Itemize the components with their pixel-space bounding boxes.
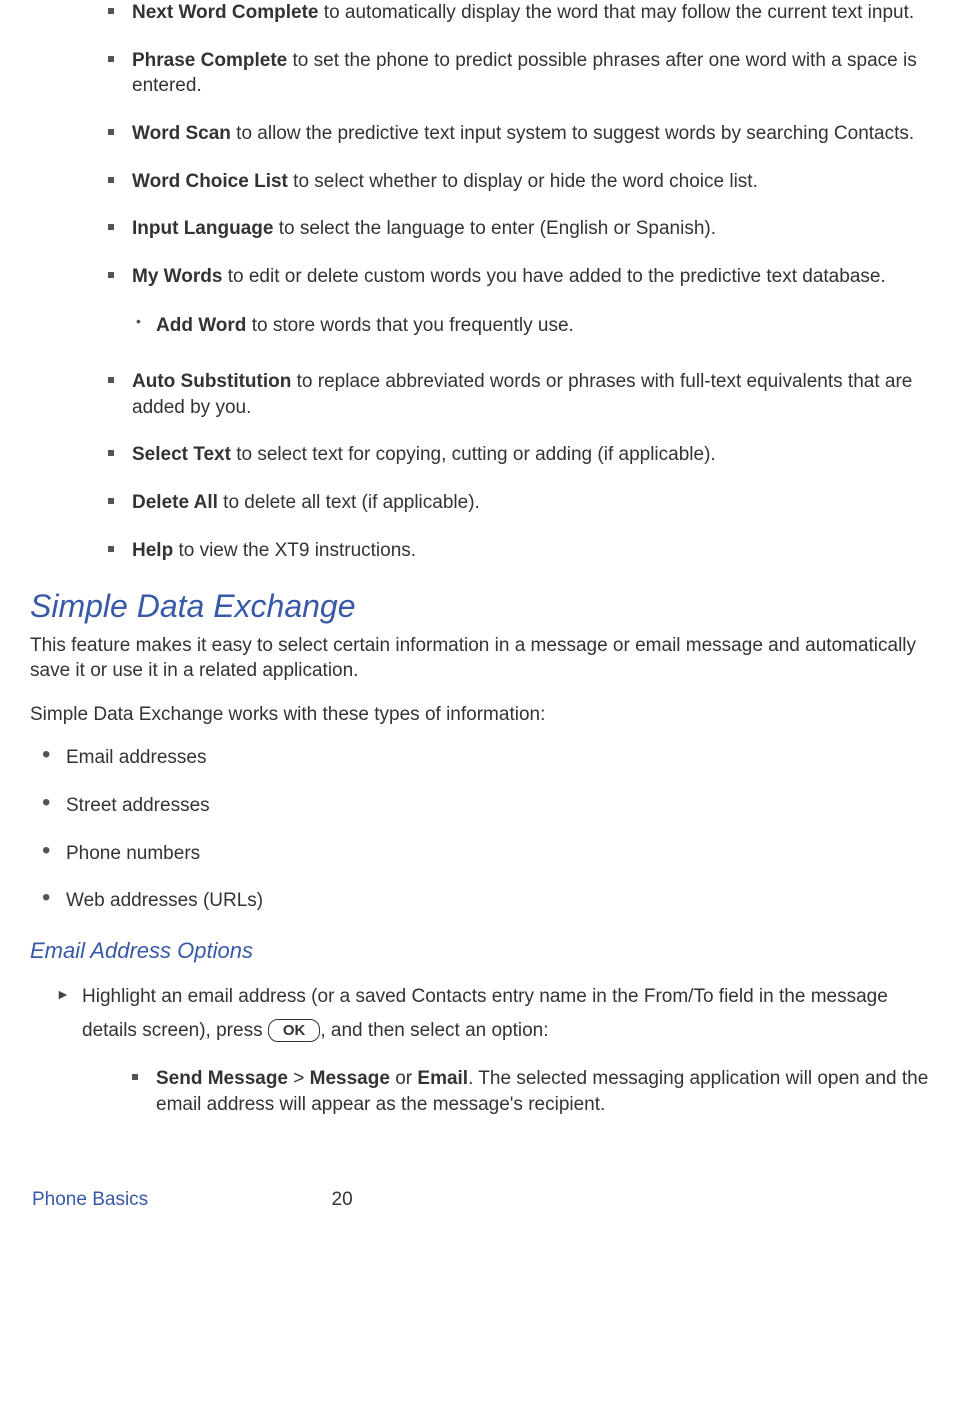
list-item: Input Language to select the language to… [108, 216, 938, 242]
steps-list: Highlight an email address (or a saved C… [30, 980, 938, 1118]
term: Input Language [132, 218, 273, 239]
desc: to store words that you frequently use. [246, 315, 573, 336]
list-item: Next Word Complete to automatically disp… [108, 0, 938, 26]
info-type-item: Street addresses [34, 793, 938, 819]
section-heading: Simple Data Exchange [30, 585, 938, 628]
desc: to view the XT9 instructions. [173, 540, 416, 561]
footer-page-number: 20 [332, 1187, 353, 1213]
info-type-item: Phone numbers [34, 841, 938, 867]
page-footer: Phone Basics 20 [30, 1187, 938, 1213]
step-item: Highlight an email address (or a saved C… [56, 980, 938, 1118]
list-item: Phrase Complete to set the phone to pred… [108, 48, 938, 99]
sub-list: Add Word to store words that you frequen… [132, 305, 938, 347]
intro-paragraph: This feature makes it easy to select cer… [30, 633, 938, 684]
term: Add Word [156, 315, 246, 336]
term: Select Text [132, 444, 231, 465]
sep: > [288, 1068, 310, 1089]
step-text-post: , and then select an option: [320, 1020, 548, 1041]
or: or [390, 1068, 417, 1089]
intro-paragraph-2: Simple Data Exchange works with these ty… [30, 702, 938, 728]
term: Next Word Complete [132, 2, 319, 23]
list-item: Select Text to select text for copying, … [108, 442, 938, 468]
desc: to allow the predictive text input syste… [231, 123, 914, 144]
term: Word Scan [132, 123, 231, 144]
term: Send Message [156, 1068, 288, 1089]
desc: to select whether to display or hide the… [288, 171, 758, 192]
options-list: Next Word Complete to automatically disp… [30, 0, 938, 563]
term: My Words [132, 266, 222, 287]
desc: to delete all text (if applicable). [218, 492, 480, 513]
info-type-item: Email addresses [34, 745, 938, 771]
list-item: Delete All to delete all text (if applic… [108, 490, 938, 516]
info-type-item: Web addresses (URLs) [34, 888, 938, 914]
term: Email [417, 1068, 468, 1089]
term: Help [132, 540, 173, 561]
desc: to select text for copying, cutting or a… [231, 444, 716, 465]
list-item: Auto Substitution to replace abbreviated… [108, 369, 938, 420]
footer-section-name: Phone Basics [32, 1187, 148, 1213]
subsection-heading: Email Address Options [30, 936, 938, 966]
desc: to select the language to enter (English… [273, 218, 716, 239]
term: Word Choice List [132, 171, 288, 192]
list-item: Word Choice List to select whether to di… [108, 169, 938, 195]
sub-list-item: Add Word to store words that you frequen… [132, 305, 938, 347]
list-item: My Words to edit or delete custom words … [108, 264, 938, 347]
term: Auto Substitution [132, 371, 291, 392]
sub-options-list: Send Message > Message or Email. The sel… [82, 1066, 938, 1117]
info-types-list: Email addresses Street addresses Phone n… [30, 745, 938, 914]
list-item: Help to view the XT9 instructions. [108, 538, 938, 564]
desc: to edit or delete custom words you have … [222, 266, 885, 287]
term: Message [310, 1068, 390, 1089]
list-item: Word Scan to allow the predictive text i… [108, 121, 938, 147]
sub-option-item: Send Message > Message or Email. The sel… [132, 1066, 938, 1117]
term: Phrase Complete [132, 50, 287, 71]
term: Delete All [132, 492, 218, 513]
desc: to automatically display the word that m… [319, 2, 915, 23]
ok-key-icon: OK [268, 1019, 321, 1043]
